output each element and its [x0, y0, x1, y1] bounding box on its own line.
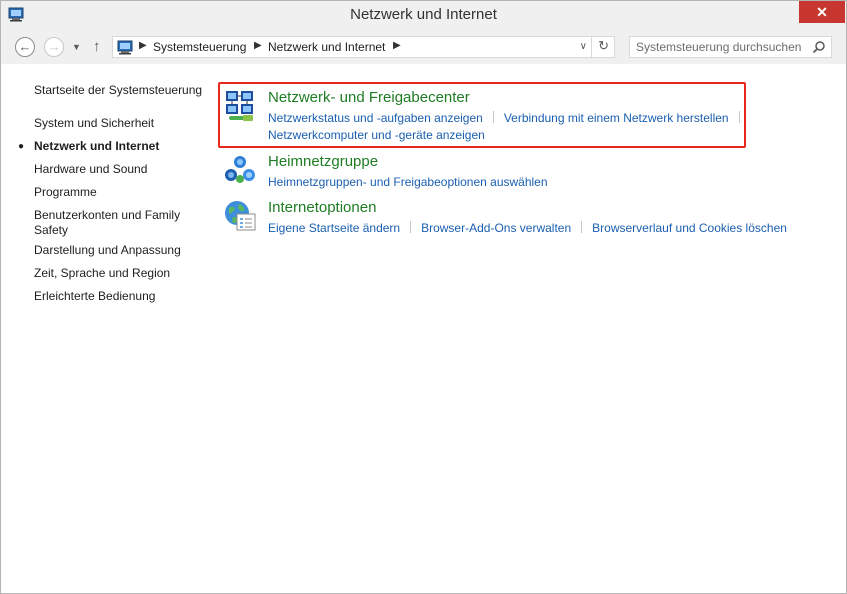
address-dropdown-icon[interactable]: ∨ [580, 41, 587, 52]
internet-options-icon[interactable] [223, 199, 257, 233]
sidebar-item-ease-of-access[interactable]: Erleichterte Bedienung [34, 289, 204, 304]
link-delete-history[interactable]: Browserverlauf und Cookies löschen [592, 221, 787, 235]
breadcrumb-separator-icon[interactable]: ▶ [254, 40, 262, 51]
sidebar-item-user-accounts[interactable]: Benutzerkonten und Family Safety [34, 208, 194, 238]
breadcrumb-netzwerk-und-internet[interactable]: Netzwerk und Internet [268, 40, 385, 54]
active-bullet-icon: ● [18, 141, 25, 152]
refresh-icon[interactable]: ↻ [598, 38, 609, 54]
address-bar[interactable]: ▶ Systemsteuerung ▶ Netzwerk und Interne… [112, 36, 615, 58]
internet-options-title[interactable]: Internetoptionen [268, 199, 376, 216]
sidebar-item-programs[interactable]: Programme [34, 185, 204, 200]
sidebar-item-network-internet[interactable]: Netzwerk und Internet [34, 139, 204, 154]
homegroup-icon[interactable] [223, 153, 257, 187]
forward-button[interactable]: → [44, 37, 64, 57]
address-divider [591, 37, 592, 57]
sidebar-item-clock-region[interactable]: Zeit, Sprache und Region [34, 266, 204, 281]
navigation-bar: ← → ▼ ↑ ▶ Systemsteuerung ▶ Netzwerk und… [1, 30, 846, 64]
recent-locations-chevron-icon[interactable]: ▼ [72, 42, 81, 52]
search-input[interactable] [636, 39, 806, 55]
close-button[interactable]: ✕ [799, 1, 845, 23]
sidebar-item-system-security[interactable]: System und Sicherheit [34, 116, 204, 131]
control-panel-window: Netzwerk und Internet ✕ ← → ▼ ↑ ▶ System… [0, 0, 847, 594]
link-homegroup-options[interactable]: Heimnetzgruppen- und Freigabeoptionen au… [268, 175, 548, 189]
window-title: Netzwerk und Internet [350, 6, 497, 23]
control-panel-icon [117, 40, 133, 55]
highlight-box [218, 82, 746, 148]
title-bar[interactable]: Netzwerk und Internet ✕ [1, 1, 846, 30]
sidebar-item-hardware-sound[interactable]: Hardware und Sound [34, 162, 204, 177]
internet-options-links: Eigene Startseite ändern Browser-Add-Ons … [268, 220, 798, 237]
link-divider [410, 221, 412, 233]
breadcrumb-separator-icon[interactable]: ▶ [393, 40, 401, 51]
breadcrumb-separator-icon[interactable]: ▶ [139, 40, 147, 51]
homegroup-title[interactable]: Heimnetzgruppe [268, 153, 378, 170]
link-change-homepage[interactable]: Eigene Startseite ändern [268, 221, 400, 235]
search-box[interactable] [629, 36, 832, 58]
link-divider [581, 221, 583, 233]
breadcrumb-systemsteuerung[interactable]: Systemsteuerung [153, 40, 246, 54]
sidebar-item-appearance[interactable]: Darstellung und Anpassung [34, 243, 204, 258]
back-button[interactable]: ← [15, 37, 35, 57]
sidebar-item-home[interactable]: Startseite der Systemsteuerung [34, 83, 204, 98]
link-manage-addons[interactable]: Browser-Add-Ons verwalten [421, 221, 571, 235]
up-button[interactable]: ↑ [93, 38, 101, 55]
search-icon[interactable] [812, 40, 826, 54]
homegroup-links: Heimnetzgruppen- und Freigabeoptionen au… [268, 174, 798, 191]
